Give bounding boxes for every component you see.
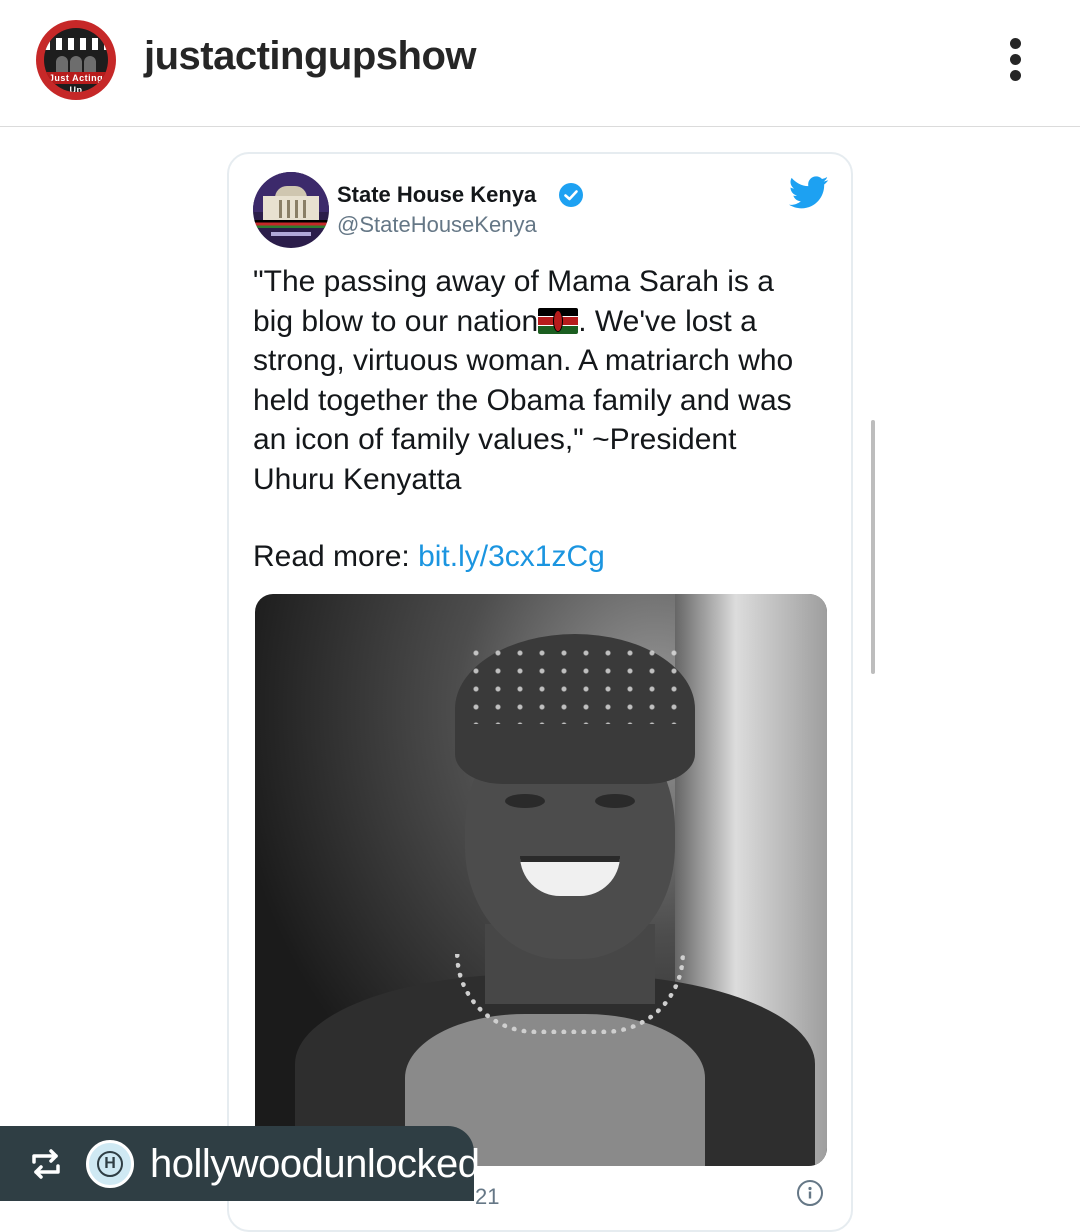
- repost-username[interactable]: hollywoodunlocked: [150, 1142, 480, 1187]
- verified-badge-icon: [559, 183, 583, 207]
- twitter-bird-icon: [789, 176, 829, 210]
- kenya-flag-icon: [538, 307, 579, 334]
- tweet-photo[interactable]: [255, 594, 827, 1166]
- tweet-author-name[interactable]: State House Kenya: [337, 182, 536, 208]
- post-header: Just Acting Up justactingupshow: [0, 0, 1080, 127]
- profile-avatar[interactable]: Just Acting Up: [36, 20, 116, 100]
- avatar-logo-text: Just Acting Up: [46, 72, 106, 92]
- repost-attribution-bar[interactable]: H hollywoodunlocked: [0, 1126, 480, 1201]
- repost-icon: [28, 1146, 64, 1182]
- more-vertical-icon[interactable]: [1006, 38, 1026, 82]
- hollywoodunlocked-avatar[interactable]: H: [86, 1140, 134, 1188]
- tweet-author-handle[interactable]: @StateHouseKenya: [337, 212, 537, 238]
- read-more-link[interactable]: bit.ly/3cx1zCg: [418, 540, 605, 573]
- tweet-date-partial: 21: [475, 1184, 500, 1209]
- read-more-line: Read more: bit.ly/3cx1zCg: [253, 540, 605, 574]
- info-icon[interactable]: [797, 1180, 823, 1206]
- tweet-author-avatar[interactable]: [253, 172, 329, 248]
- read-more-label: Read more:: [253, 540, 419, 573]
- avatar-badge-letter: H: [97, 1151, 123, 1177]
- tweet-card: State House Kenya @StateHouseKenya "The …: [227, 152, 853, 1232]
- tweet-text: "The passing away of Mama Sarah is a big…: [253, 262, 843, 499]
- post-username[interactable]: justactingupshow: [144, 34, 477, 79]
- scrollbar[interactable]: [871, 420, 875, 674]
